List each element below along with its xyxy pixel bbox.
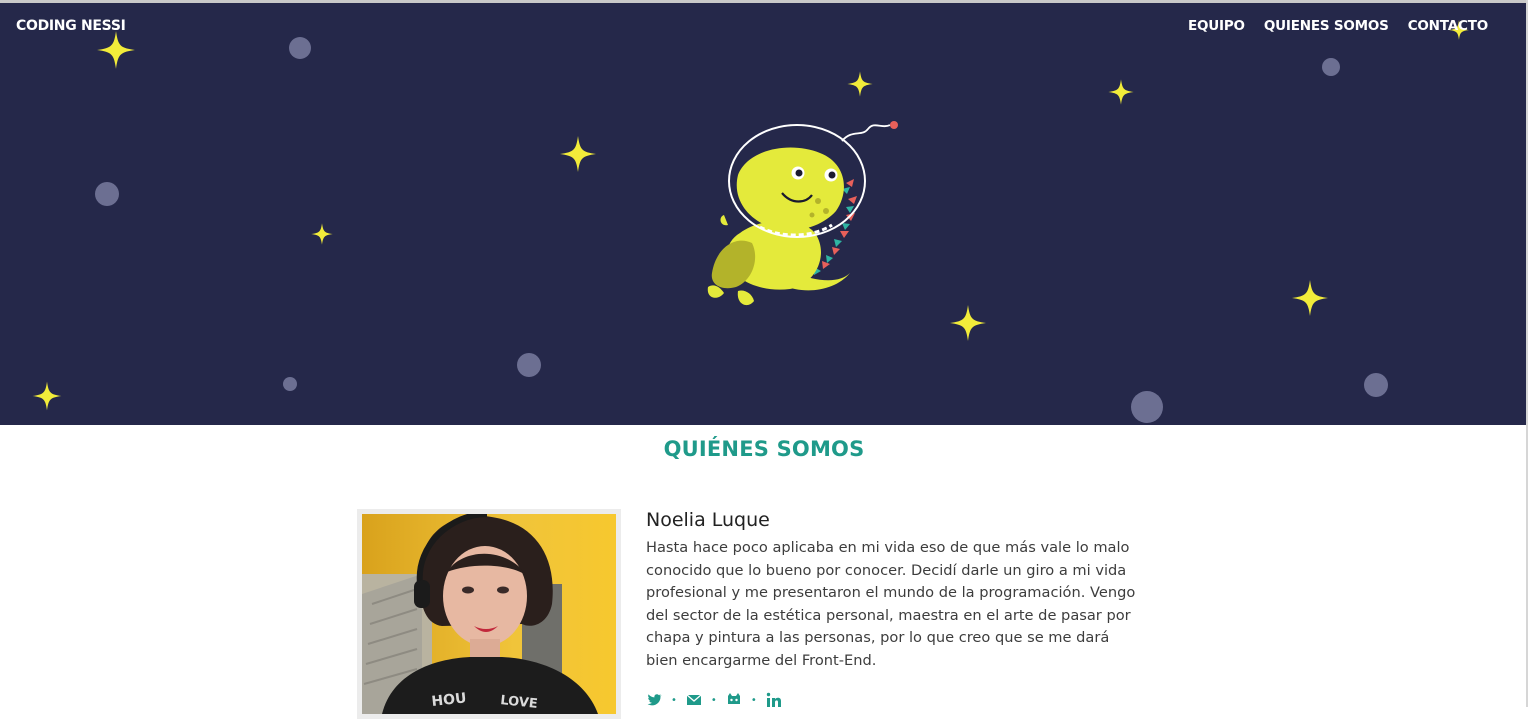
social-separator: •	[750, 694, 757, 706]
member-photo-frame: HOU LOVE	[357, 509, 621, 719]
star-icon	[32, 381, 62, 411]
star-icon	[311, 223, 333, 245]
star-icon	[560, 136, 596, 172]
nav-link-quienes-somos[interactable]: QUIENES SOMOS	[1264, 18, 1389, 34]
section-title: QUIÉNES SOMOS	[663, 437, 865, 461]
nav-link-equipo[interactable]: EQUIPO	[1188, 18, 1245, 34]
twitter-icon[interactable]	[646, 692, 662, 708]
planet-dot	[1131, 391, 1163, 423]
nav-link-contacto[interactable]: CONTACTO	[1408, 18, 1488, 34]
planet-dot	[1364, 373, 1388, 397]
star-icon	[950, 305, 986, 341]
member-bio: Hasta hace poco aplicaba en mi vida eso …	[646, 539, 1136, 669]
linkedin-icon[interactable]	[766, 692, 782, 708]
main-nav: EQUIPO QUIENES SOMOS CONTACTO	[1188, 18, 1488, 34]
planet-dot	[283, 377, 297, 391]
planet-dot	[1322, 58, 1340, 76]
planet-dot	[95, 182, 119, 206]
member-name: Noelia Luque	[646, 509, 770, 531]
social-separator: •	[671, 694, 677, 706]
mail-icon[interactable]	[686, 692, 702, 708]
member-photo: HOU LOVE	[362, 511, 616, 714]
planet-dot	[289, 37, 311, 59]
astronaut-dino-illustration	[707, 121, 898, 306]
star-icon	[97, 31, 135, 69]
star-icon	[847, 71, 873, 97]
star-icon	[1108, 79, 1134, 105]
star-icon	[1292, 280, 1328, 316]
planet-dot	[517, 353, 541, 377]
social-separator: •	[710, 694, 717, 706]
hero-banner: CODING NESSI EQUIPO QUIENES SOMOS CONTAC…	[0, 3, 1528, 425]
member-social-links: • • •	[646, 692, 782, 708]
space-scene	[32, 20, 1469, 423]
github-icon[interactable]	[726, 692, 742, 708]
brand-logo[interactable]: CODING NESSI	[16, 18, 126, 34]
